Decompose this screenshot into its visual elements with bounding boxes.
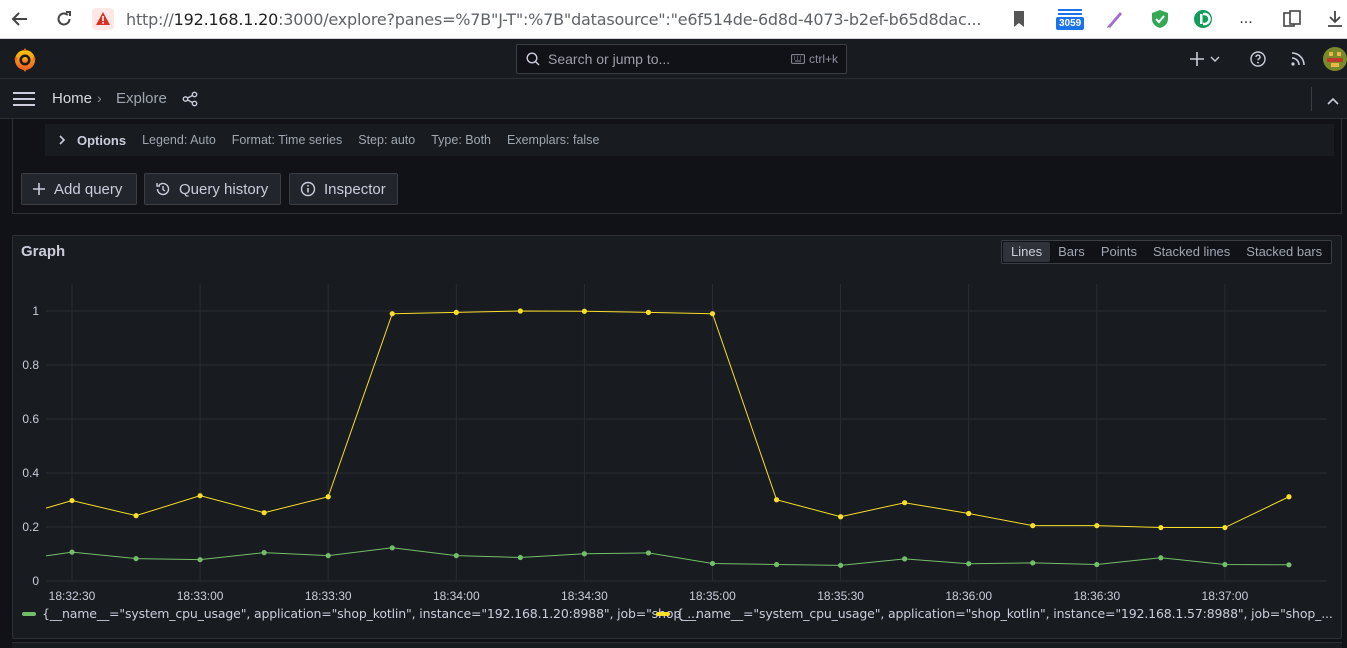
data-point-series-2 — [1094, 523, 1100, 529]
data-point-series-1 — [1222, 561, 1228, 568]
data-point-series-1 — [517, 554, 523, 561]
y-tick-label: 0.4 — [22, 466, 39, 480]
data-point-series-1 — [261, 550, 267, 556]
x-tick-label: 18:34:30 — [561, 589, 608, 603]
data-point-series-1 — [581, 551, 588, 557]
data-point-series-1 — [966, 561, 972, 567]
data-point-series-1 — [1094, 561, 1100, 568]
next-panel-edge — [12, 642, 1342, 648]
x-tick-label: 18:35:30 — [817, 589, 864, 603]
x-tick-label: 18:37:00 — [1202, 589, 1249, 603]
data-point-series-1 — [69, 549, 75, 555]
data-point-series-2 — [325, 494, 331, 500]
legend-swatch-yellow — [656, 611, 670, 616]
x-tick-label: 18:36:30 — [1073, 589, 1120, 603]
data-point-series-1 — [325, 553, 331, 559]
data-point-series-2 — [709, 311, 716, 317]
time-series-chart[interactable]: 0 0.2 0.4 0.6 0.8 1 18:32:30 18:33:00 18:33:30 18… — [0, 0, 1347, 648]
y-tick-label: 1 — [32, 304, 39, 318]
data-point-series-2 — [261, 510, 267, 516]
data-point-series-1 — [902, 556, 908, 562]
data-point-series-1 — [773, 561, 780, 568]
data-point-series-2 — [902, 500, 908, 506]
x-tick-label: 18:35:00 — [689, 589, 736, 603]
data-point-series-1 — [645, 550, 652, 556]
data-point-series-2 — [966, 510, 972, 517]
data-point-series-2 — [69, 497, 75, 504]
data-point-series-2 — [453, 309, 459, 315]
x-tick-label: 18:36:00 — [945, 589, 992, 603]
data-point-series-2 — [581, 308, 588, 314]
data-point-series-2 — [773, 497, 780, 503]
legend-swatch-green — [22, 611, 36, 616]
data-point-series-2 — [1030, 523, 1036, 529]
legend-label-series-1: {__name__="system_cpu_usage", applicatio… — [42, 606, 699, 621]
data-point-series-1 — [197, 557, 203, 563]
data-point-series-1 — [709, 560, 716, 567]
data-point-series-2 — [645, 309, 652, 315]
data-point-series-1 — [1158, 555, 1164, 561]
x-tick-label: 18:32:30 — [49, 589, 96, 603]
data-point-series-2 — [133, 513, 139, 519]
y-tick-label: 0.8 — [22, 358, 39, 372]
y-tick-label: 0.6 — [22, 412, 39, 426]
y-tick-label: 0.2 — [22, 520, 39, 534]
data-point-series-2 — [838, 514, 844, 520]
data-point-series-1 — [453, 553, 459, 559]
x-tick-label: 18:33:00 — [177, 589, 224, 603]
legend-label-series-2: {__name__="system_cpu_usage", applicatio… — [676, 606, 1333, 621]
data-point-series-1 — [1286, 562, 1292, 568]
data-point-series-1 — [389, 545, 395, 551]
legend-item-series-2[interactable]: {__name__="system_cpu_usage", applicatio… — [656, 606, 1333, 621]
data-point-series-2 — [517, 308, 523, 314]
data-point-series-1 — [133, 555, 139, 562]
y-tick-label: 0 — [32, 574, 39, 588]
series-line-1 — [45, 547, 1289, 566]
data-point-series-1 — [1030, 560, 1036, 566]
data-point-series-2 — [1158, 524, 1164, 531]
x-tick-label: 18:33:30 — [305, 589, 352, 603]
data-point-series-2 — [389, 311, 395, 317]
x-tick-label: 18:34:00 — [433, 589, 480, 603]
data-point-series-1 — [838, 562, 844, 568]
data-point-series-2 — [197, 493, 203, 499]
data-point-series-2 — [1222, 524, 1228, 531]
data-point-series-2 — [1286, 494, 1292, 500]
legend-item-series-1[interactable]: {__name__="system_cpu_usage", applicatio… — [22, 606, 699, 621]
